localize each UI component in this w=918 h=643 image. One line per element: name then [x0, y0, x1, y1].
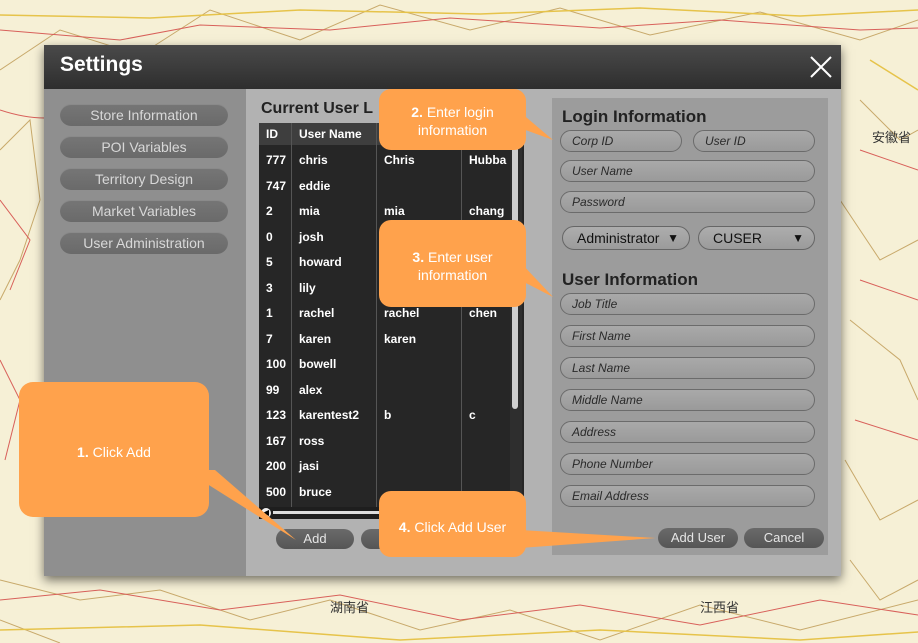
table-cell[interactable]: 100	[266, 355, 286, 373]
corp-id-field[interactable]: Corp ID	[560, 130, 682, 152]
table-cell[interactable]: jasi	[299, 457, 319, 475]
table-cell[interactable]: mia	[384, 202, 405, 220]
table-cell[interactable]: eddie	[299, 177, 330, 195]
table-cell[interactable]: chang	[469, 202, 504, 220]
callout-2-text: Enter login	[426, 104, 494, 120]
first-name-field[interactable]: First Name	[560, 325, 815, 347]
table-cell[interactable]: 7	[266, 330, 273, 348]
column-divider	[376, 123, 377, 519]
user-name-field[interactable]: User Name	[560, 160, 815, 182]
nav-market-variables[interactable]: Market Variables	[60, 200, 228, 222]
callout-3: 3. Enter user information	[379, 248, 526, 284]
address-field[interactable]: Address	[560, 421, 815, 443]
table-cell[interactable]: Chris	[384, 151, 415, 169]
table-cell[interactable]: rachel	[299, 304, 334, 322]
table-cell[interactable]: 777	[266, 151, 286, 169]
phone-number-field[interactable]: Phone Number	[560, 453, 815, 475]
column-divider	[461, 123, 462, 519]
middle-name-field[interactable]: Middle Name	[560, 389, 815, 411]
table-cell[interactable]: karen	[299, 330, 331, 348]
table-cell[interactable]: howard	[299, 253, 342, 271]
horizontal-scroll-thumb[interactable]	[273, 511, 383, 514]
table-cell[interactable]: chen	[469, 304, 497, 322]
column-header-user-name[interactable]: User Name	[292, 123, 376, 145]
user-table[interactable]: ID User Name 777 chris Chris Hubba 747 eddie 2…	[259, 123, 524, 519]
table-cell[interactable]: bowell	[299, 355, 336, 373]
table-cell[interactable]: 2	[266, 202, 273, 220]
chevron-down-icon: ▼	[792, 231, 804, 245]
table-cell[interactable]: josh	[299, 228, 324, 246]
table-cell[interactable]: ross	[299, 432, 324, 450]
chevron-down-icon: ▼	[667, 231, 679, 245]
login-info-heading: Login Information	[562, 107, 707, 126]
table-cell[interactable]: b	[384, 406, 391, 424]
table-cell[interactable]: 200	[266, 457, 286, 475]
table-cell[interactable]: bruce	[299, 483, 332, 501]
user-list-title: Current User L	[261, 100, 374, 117]
add-user-button[interactable]: Add User	[658, 528, 738, 548]
table-cell[interactable]: Hubba	[469, 151, 506, 169]
map-label-anhui: 安徽省	[872, 131, 912, 146]
table-cell[interactable]: c	[469, 406, 476, 424]
table-cell[interactable]: 3	[266, 279, 273, 297]
password-field[interactable]: Password	[560, 191, 815, 213]
last-name-field[interactable]: Last Name	[560, 357, 815, 379]
callout-3-text: Enter user	[427, 249, 493, 265]
callout-1-number: 1.	[77, 444, 89, 460]
table-cell[interactable]: 0	[266, 228, 273, 246]
dialog-title: Settings	[60, 53, 143, 76]
user-type-select[interactable]: CUSER ▼	[698, 226, 815, 250]
job-title-field[interactable]: Job Title	[560, 293, 815, 315]
table-cell[interactable]: alex	[299, 381, 322, 399]
email-address-field[interactable]: Email Address	[560, 485, 815, 507]
callout-2: 2. Enter login information	[379, 103, 526, 139]
title-bar: Settings	[44, 45, 841, 89]
table-cell[interactable]: 99	[266, 381, 279, 399]
column-header-id[interactable]: ID	[259, 123, 291, 145]
user-type-value: CUSER	[713, 230, 763, 246]
table-cell[interactable]: 5	[266, 253, 273, 271]
table-cell[interactable]: karen	[384, 330, 416, 348]
table-cell[interactable]: mia	[299, 202, 320, 220]
table-cell[interactable]: rachel	[384, 304, 419, 322]
callout-3-text-line2: information	[417, 267, 488, 283]
callout-2-text-line2: information	[417, 122, 488, 138]
role-value: Administrator	[577, 230, 660, 246]
callout-3-number: 3.	[412, 249, 425, 265]
nav-territory-design[interactable]: Territory Design	[60, 168, 228, 190]
user-info-heading: User Information	[562, 270, 699, 289]
user-id-field[interactable]: User ID	[693, 130, 815, 152]
nav-user-administration[interactable]: User Administration	[60, 232, 228, 254]
callout-4: 4. Click Add User	[379, 518, 526, 536]
close-icon[interactable]	[809, 55, 833, 79]
callout-4-text: Click Add User	[414, 519, 507, 535]
map-label-hunan: 湖南省	[330, 601, 370, 616]
table-cell[interactable]: 500	[266, 483, 286, 501]
callout-4-number: 4.	[398, 519, 411, 535]
cancel-button[interactable]: Cancel	[744, 528, 824, 548]
user-form-panel: Login Information Corp ID User ID User N…	[552, 98, 828, 555]
callout-1-text: Click Add	[92, 444, 151, 460]
table-cell[interactable]: 123	[266, 406, 286, 424]
table-cell[interactable]: 1	[266, 304, 273, 322]
scroll-left-icon[interactable]: ◀	[261, 508, 271, 518]
add-button[interactable]: Add	[276, 529, 354, 549]
table-cell[interactable]: karentest2	[299, 406, 359, 424]
role-select[interactable]: Administrator ▼	[562, 226, 690, 250]
map-label-jiangxi: 江西省	[700, 601, 740, 616]
nav-poi-variables[interactable]: POI Variables	[60, 136, 228, 158]
settings-nav: Store Information POI Variables Territor…	[44, 89, 246, 576]
callout-1: 1. Click Add	[19, 443, 209, 461]
table-cell[interactable]: lily	[299, 279, 316, 297]
table-cell[interactable]: 747	[266, 177, 286, 195]
callout-2-number: 2.	[411, 104, 423, 120]
table-cell[interactable]: chris	[299, 151, 328, 169]
table-cell[interactable]: 167	[266, 432, 286, 450]
nav-store-information[interactable]: Store Information	[60, 104, 228, 126]
column-divider	[291, 123, 292, 519]
